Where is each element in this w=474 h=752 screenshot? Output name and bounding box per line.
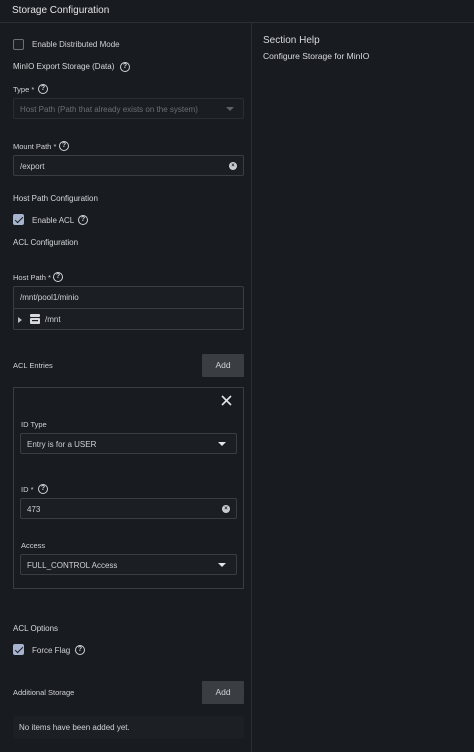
enable-acl-checkbox[interactable]: [13, 214, 24, 225]
id-type-select[interactable]: Entry is for a USER: [20, 433, 237, 454]
page-title: Storage Configuration: [12, 5, 110, 16]
help-circle-icon[interactable]: ?: [75, 645, 85, 655]
type-select-value: Host Path (Path that already exists on t…: [20, 105, 198, 114]
type-label: Type *: [13, 85, 35, 94]
access-select[interactable]: FULL_CONTROL Access: [20, 554, 237, 575]
id-label: ID *: [21, 485, 34, 494]
access-value: FULL_CONTROL Access: [27, 561, 118, 570]
column-divider: [251, 23, 252, 752]
enable-acl-label: Enable ACL: [32, 216, 75, 225]
id-value: 473: [27, 505, 41, 514]
clear-circle-icon[interactable]: ×: [229, 162, 237, 170]
acl-entries-label: ACL Entries: [13, 361, 53, 370]
help-circle-icon[interactable]: ?: [38, 84, 48, 94]
clear-circle-icon[interactable]: ×: [222, 505, 230, 513]
mount-path-value: /export: [20, 162, 45, 171]
help-circle-icon[interactable]: ?: [120, 62, 130, 72]
export-storage-heading: MinIO Export Storage (Data): [13, 62, 115, 71]
help-circle-icon[interactable]: ?: [78, 215, 88, 225]
host-path-value: /mnt/pool1/minio: [20, 293, 79, 302]
id-type-label: ID Type: [21, 420, 47, 429]
section-help-text: Configure Storage for MinIO: [263, 51, 370, 61]
caret-down-icon: [218, 442, 226, 446]
close-icon[interactable]: [221, 395, 232, 406]
acl-config-heading: ACL Configuration: [13, 238, 79, 247]
host-path-config-heading: Host Path Configuration: [13, 194, 98, 203]
id-input[interactable]: 473 ×: [20, 498, 237, 519]
host-path-label: Host Path *: [13, 273, 51, 282]
section-help-title: Section Help: [263, 35, 320, 46]
caret-down-icon: [226, 107, 234, 111]
help-circle-icon[interactable]: ?: [59, 141, 69, 151]
id-type-value: Entry is for a USER: [27, 440, 97, 449]
empty-list-text: No items have been added yet.: [19, 723, 130, 732]
force-flag-checkbox[interactable]: [13, 644, 24, 655]
expand-arrow-icon[interactable]: [18, 317, 22, 323]
type-select[interactable]: Host Path (Path that already exists on t…: [13, 98, 244, 119]
distributed-mode-label: Enable Distributed Mode: [32, 40, 120, 49]
additional-storage-label: Additional Storage: [13, 688, 75, 697]
caret-down-icon: [218, 563, 226, 567]
distributed-mode-checkbox[interactable]: [13, 39, 24, 50]
help-circle-icon[interactable]: ?: [53, 272, 63, 282]
acl-entry-panel: ID Type Entry is for a USER ID * ? 473 ×…: [13, 387, 244, 589]
tree-node-label[interactable]: /mnt: [45, 315, 61, 324]
mount-path-input[interactable]: /export ×: [13, 155, 244, 176]
host-path-explorer[interactable]: /mnt/pool1/minio /mnt: [13, 286, 244, 330]
explorer-divider: [14, 308, 243, 309]
dataset-drive-icon: [30, 314, 40, 324]
access-label: Access: [21, 541, 46, 550]
force-flag-label: Force Flag: [32, 646, 71, 655]
additional-storage-add-button[interactable]: Add: [202, 681, 244, 704]
empty-list: No items have been added yet.: [13, 716, 244, 739]
acl-add-button[interactable]: Add: [202, 354, 244, 377]
acl-options-heading: ACL Options: [13, 624, 59, 633]
mount-path-label: Mount Path *: [13, 142, 57, 151]
help-circle-icon[interactable]: ?: [38, 484, 48, 494]
